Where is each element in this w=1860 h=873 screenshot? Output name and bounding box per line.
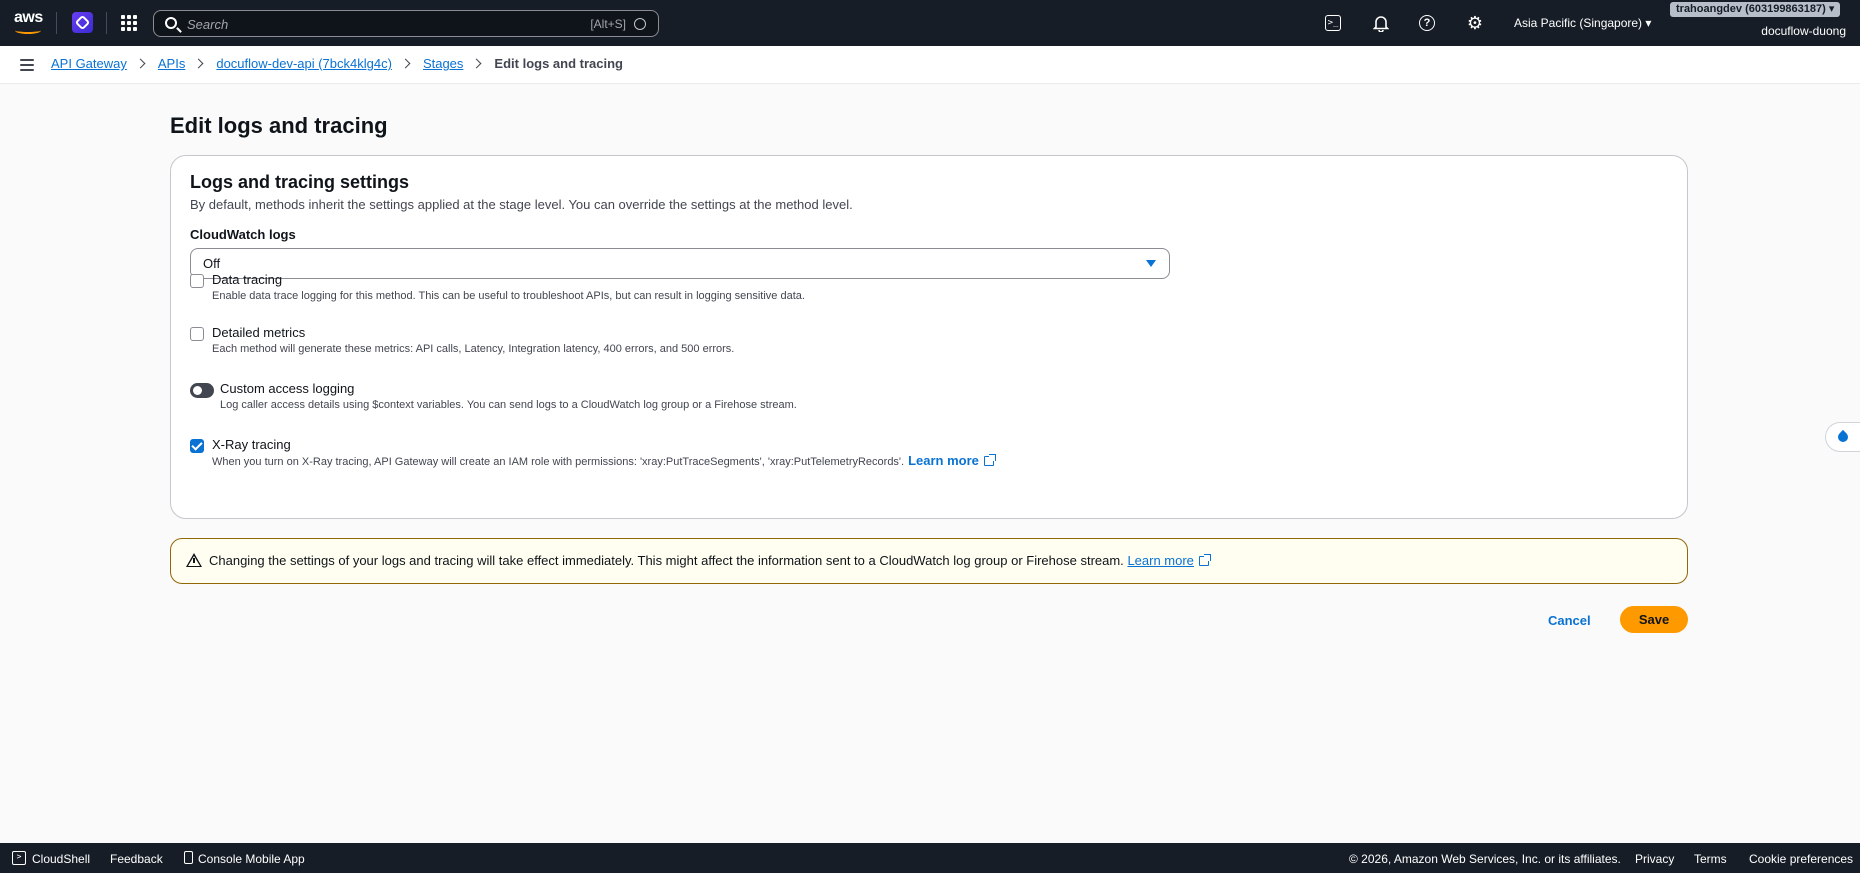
cloudwatch-logs-select[interactable]: Off (190, 248, 1170, 279)
external-link-icon (1198, 554, 1211, 566)
help-icon[interactable]: ? (1419, 15, 1435, 31)
logs-tracing-settings-panel: Logs and tracing settings By default, me… (170, 155, 1688, 519)
breadcrumb-apis[interactable]: APIs (158, 56, 185, 71)
region-selector[interactable]: Asia Pacific (Singapore) ▾ (1514, 16, 1651, 30)
search-bar[interactable]: Search [Alt+S] (153, 10, 659, 37)
footer-privacy-link[interactable]: Privacy (1635, 852, 1674, 866)
console-footer: > CloudShell Feedback Console Mobile App… (0, 843, 1860, 873)
aws-smile-icon (15, 27, 41, 34)
detailed-metrics-checkbox[interactable] (190, 327, 204, 341)
cancel-button[interactable]: Cancel (1538, 608, 1601, 633)
services-menu-icon[interactable] (121, 15, 137, 31)
divider (106, 12, 107, 34)
alert-message: Changing the settings of your logs and t… (209, 553, 1124, 568)
data-tracing-label[interactable]: Data tracing (212, 272, 282, 287)
footer-cookie-preferences-link[interactable]: Cookie preferences (1749, 852, 1853, 866)
breadcrumb: API Gateway APIs docuflow-dev-api (7bck4… (51, 56, 623, 71)
save-button[interactable]: Save (1620, 606, 1688, 633)
panel-description: By default, methods inherit the settings… (190, 197, 853, 212)
warning-alert: Changing the settings of your logs and t… (170, 538, 1688, 584)
alert-learn-more-text: Learn more (1127, 553, 1194, 568)
amazon-q-assistant-icon[interactable] (1825, 422, 1860, 452)
breadcrumb-bar: API Gateway APIs docuflow-dev-api (7bck4… (0, 46, 1860, 84)
panel-title: Logs and tracing settings (190, 172, 410, 192)
detailed-metrics-description: Each method will generate these metrics:… (212, 343, 735, 355)
xray-learn-more-link[interactable]: Learn more (908, 453, 996, 468)
external-link-icon (983, 454, 996, 466)
xray-tracing-description: When you turn on X-Ray tracing, API Gate… (212, 456, 905, 468)
mobile-phone-icon (184, 851, 193, 864)
custom-access-logging-description: Log caller access details using $context… (220, 399, 797, 411)
breadcrumb-api-gateway[interactable]: API Gateway (51, 56, 127, 71)
api-gateway-service-icon[interactable] (72, 12, 93, 33)
alert-message-row: Changing the settings of your logs and t… (209, 553, 1211, 568)
chevron-right-icon (193, 58, 204, 69)
footer-cloudshell-link[interactable]: CloudShell (32, 852, 90, 866)
data-tracing-description: Enable data trace logging for this metho… (212, 290, 805, 302)
chevron-right-icon (135, 58, 146, 69)
settings-gear-icon[interactable]: ⚙ (1466, 13, 1484, 33)
aws-logo-text: aws (14, 9, 43, 26)
breadcrumb-current: Edit logs and tracing (494, 56, 623, 71)
breadcrumb-api-name[interactable]: docuflow-dev-api (7bck4klg4c) (216, 56, 392, 71)
footer-terms-link[interactable]: Terms (1694, 852, 1727, 866)
menu-hamburger-icon[interactable] (20, 59, 34, 71)
command-icon (634, 18, 646, 30)
detailed-metrics-label[interactable]: Detailed metrics (212, 325, 305, 340)
footer-feedback-link[interactable]: Feedback (110, 852, 163, 866)
search-placeholder: Search (187, 17, 229, 32)
data-tracing-checkbox[interactable] (190, 274, 204, 288)
search-icon (165, 17, 177, 29)
top-navigation: aws Search [Alt+S] >_ ? ⚙ Asia Pacific (… (0, 0, 1860, 46)
caret-down-icon (1146, 260, 1156, 267)
divider (56, 12, 57, 34)
search-shortcut: [Alt+S] (590, 17, 626, 31)
cloudshell-icon[interactable]: >_ (1325, 15, 1341, 31)
chevron-right-icon (400, 58, 411, 69)
xray-learn-more-text: Learn more (908, 453, 979, 468)
cloudwatch-logs-label: CloudWatch logs (190, 227, 296, 242)
chevron-right-icon (471, 58, 482, 69)
breadcrumb-stages[interactable]: Stages (423, 56, 463, 71)
xray-tracing-label[interactable]: X-Ray tracing (212, 437, 291, 452)
footer-copyright: © 2026, Amazon Web Services, Inc. or its… (1349, 852, 1621, 866)
page-title: Edit logs and tracing (170, 113, 388, 138)
custom-access-logging-label[interactable]: Custom access logging (220, 381, 354, 396)
account-user-name[interactable]: docuflow-duong (1761, 24, 1846, 38)
account-menu[interactable]: trahoangdev (603199863187) ▾ (1670, 2, 1841, 17)
xray-tracing-description-row: When you turn on X-Ray tracing, API Gate… (212, 453, 996, 468)
aws-logo[interactable]: aws (14, 10, 44, 36)
notifications-bell-icon[interactable] (1372, 14, 1390, 32)
xray-tracing-checkbox[interactable] (190, 439, 204, 453)
footer-mobile-app-link[interactable]: Console Mobile App (198, 852, 305, 866)
warning-icon (186, 553, 202, 567)
cloudwatch-logs-value: Off (203, 256, 221, 271)
alert-learn-more-link[interactable]: Learn more (1127, 553, 1211, 568)
cloudshell-footer-icon: > (12, 851, 26, 865)
custom-access-logging-toggle[interactable] (190, 383, 214, 398)
